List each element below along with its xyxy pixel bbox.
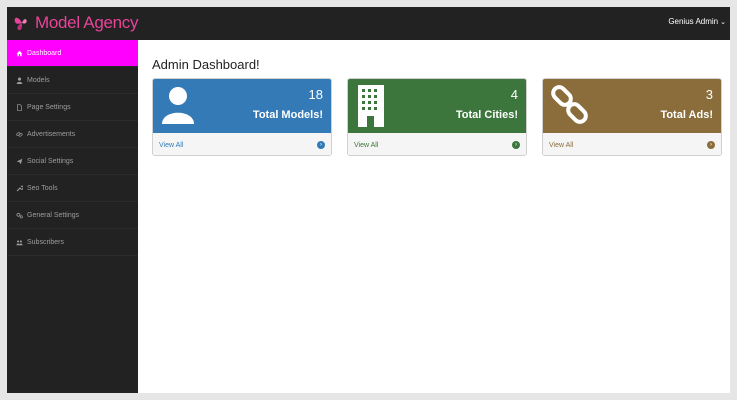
view-all-cities-link[interactable]: View All › <box>348 133 526 155</box>
view-all-label: View All <box>549 141 574 149</box>
sidebar-item-label: Seo Tools <box>27 184 58 192</box>
cities-label: Total Cities! <box>455 109 518 121</box>
page-title: Admin Dashboard! <box>152 57 260 72</box>
models-label: Total Models! <box>252 109 323 121</box>
sidebar-item-label: Dashboard <box>27 49 62 57</box>
sidebar-item-social-settings[interactable]: Social Settings <box>7 148 138 175</box>
sidebar-item-label: Advertisements <box>27 130 76 138</box>
view-all-ads-link[interactable]: View All › <box>543 133 721 155</box>
chain-link-icon <box>551 85 588 124</box>
sidebar-item-seo-tools[interactable]: Seo Tools <box>7 175 138 202</box>
ads-stat-card: 3 Total Ads! View All › <box>542 78 722 156</box>
brand-name: Model Agency <box>35 13 139 32</box>
models-stat-card: 18 Total Models! View All › <box>152 78 332 156</box>
sidebar-item-label: Subscribers <box>27 238 64 246</box>
sidebar-item-page-settings[interactable]: Page Settings <box>7 94 138 121</box>
user-icon <box>162 87 194 124</box>
cities-stat-card: 4 Total Cities! View All › <box>347 78 527 156</box>
card-header: 3 Total Ads! <box>543 79 721 133</box>
sidebar-item-label: General Settings <box>27 211 80 219</box>
sidebar-item-label: Page Settings <box>27 103 71 111</box>
sidebar-item-advertisements[interactable]: Advertisements <box>7 121 138 148</box>
view-all-label: View All <box>354 141 379 149</box>
user-name: Genius Admin <box>668 17 719 26</box>
arrow-circle-right-icon: › <box>512 141 520 149</box>
sidebar-item-general-settings[interactable]: General Settings <box>7 202 138 229</box>
app-window: Model Agency Genius Admin ⌄ Dashboard Mo… <box>7 7 730 393</box>
sidebar: Dashboard Models Page Settings Advertise… <box>7 40 138 393</box>
view-all-label: View All <box>159 141 184 149</box>
arrow-circle-right-icon: › <box>707 141 715 149</box>
file-icon <box>15 103 24 112</box>
sidebar-item-label: Models <box>27 76 50 84</box>
building-icon <box>358 85 384 127</box>
arrow-circle-right-icon: › <box>317 141 325 149</box>
chevron-down-icon: ⌄ <box>720 18 726 26</box>
card-header: 4 Total Cities! <box>348 79 526 133</box>
sidebar-item-subscribers[interactable]: Subscribers <box>7 229 138 256</box>
ads-count: 3 <box>705 87 713 102</box>
view-all-models-link[interactable]: View All › <box>153 133 331 155</box>
user-menu[interactable]: Genius Admin ⌄ <box>668 17 726 26</box>
wrench-icon <box>15 184 24 193</box>
link-icon <box>15 130 24 139</box>
models-count: 18 <box>308 87 323 102</box>
users-icon <box>15 238 24 247</box>
butterfly-logo-icon <box>14 17 27 31</box>
brand[interactable]: Model Agency <box>13 12 139 34</box>
home-icon <box>15 49 24 58</box>
send-icon <box>15 157 24 166</box>
ads-label: Total Ads! <box>660 109 713 121</box>
top-navbar: Model Agency Genius Admin ⌄ <box>7 7 730 40</box>
sidebar-item-models[interactable]: Models <box>7 67 138 94</box>
cities-count: 4 <box>510 87 518 102</box>
user-icon <box>15 76 24 85</box>
gears-icon <box>15 211 24 220</box>
card-header: 18 Total Models! <box>153 79 331 133</box>
sidebar-item-dashboard[interactable]: Dashboard <box>7 40 138 67</box>
sidebar-item-label: Social Settings <box>27 157 74 165</box>
main-content: Admin Dashboard! 18 Total Models! View A… <box>138 40 730 393</box>
